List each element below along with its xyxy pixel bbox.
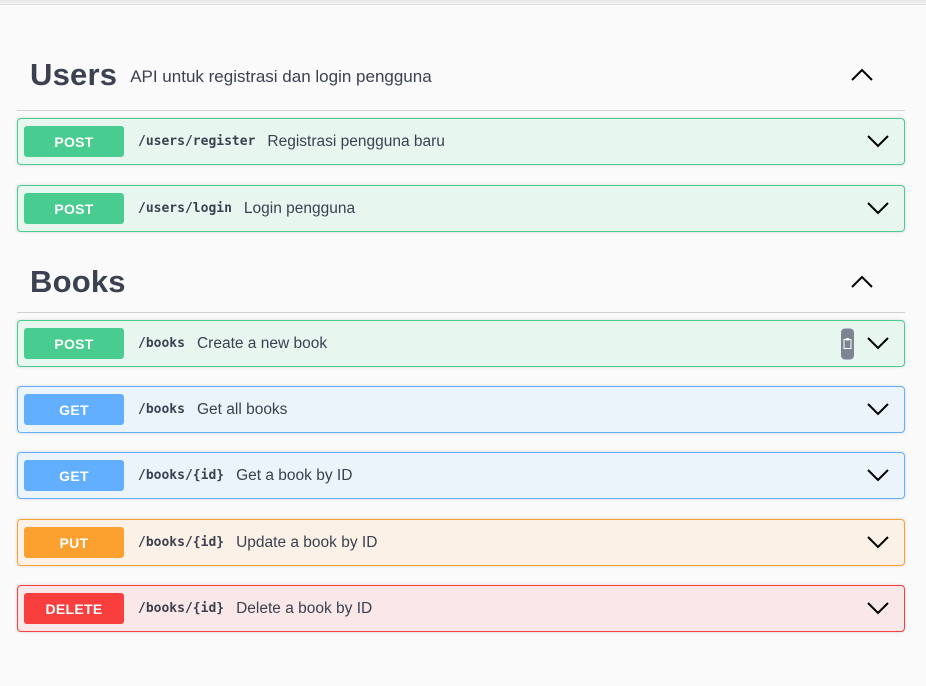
operation-summary: Get all books [196,400,288,418]
operation-path: /books [138,402,185,417]
tag-title-books: Books [30,264,126,299]
operation-path: /books [138,336,185,351]
operation-path: /books/{id} [138,601,225,616]
method-badge: POST [24,126,124,157]
chevron-down-icon[interactable] [866,197,890,221]
chevron-up-icon[interactable] [847,267,877,297]
operation-get-books[interactable]: GET /books Get all books [17,386,905,433]
operation-summary: Delete a book by ID [236,599,373,617]
operation-summary: Get a book by ID [236,466,353,484]
operation-post-users-register[interactable]: POST /users/register Registrasi pengguna… [17,118,905,165]
tag-section-users[interactable]: Users API untuk registrasi dan login pen… [17,40,905,111]
chevron-down-icon[interactable] [866,130,890,154]
chevron-down-icon[interactable] [866,531,890,555]
copy-icon[interactable] [841,328,854,359]
operation-put-book-by-id[interactable]: PUT /books/{id} Update a book by ID [17,519,905,566]
tag-title-users: Users [30,57,118,92]
method-badge: POST [24,328,124,359]
operation-path: /users/register [138,134,256,149]
chevron-down-icon[interactable] [866,332,890,356]
top-divider [0,0,926,5]
operation-path: /books/{id} [138,535,225,550]
method-badge: PUT [24,527,124,558]
chevron-up-icon[interactable] [847,60,877,90]
method-badge: DELETE [24,593,124,624]
method-badge: GET [24,460,124,491]
operation-summary: Login pengguna [243,199,356,217]
operation-path: /users/login [138,201,232,216]
method-badge: GET [24,394,124,425]
operation-summary: Update a book by ID [236,533,378,551]
operation-post-users-login[interactable]: POST /users/login Login pengguna [17,185,905,232]
operation-path: /books/{id} [138,468,225,483]
operation-post-books[interactable]: POST /books Create a new book [17,320,905,367]
operation-summary: Create a new book [196,334,328,352]
chevron-down-icon[interactable] [866,464,890,488]
chevron-down-icon[interactable] [866,398,890,422]
tag-description-users: API untuk registrasi dan login pengguna [130,66,432,86]
chevron-down-icon[interactable] [866,597,890,621]
operation-summary: Registrasi pengguna baru [267,132,445,150]
operation-get-book-by-id[interactable]: GET /books/{id} Get a book by ID [17,452,905,499]
operation-delete-book-by-id[interactable]: DELETE /books/{id} Delete a book by ID [17,585,905,632]
method-badge: POST [24,193,124,224]
tag-section-books[interactable]: Books [17,252,905,313]
